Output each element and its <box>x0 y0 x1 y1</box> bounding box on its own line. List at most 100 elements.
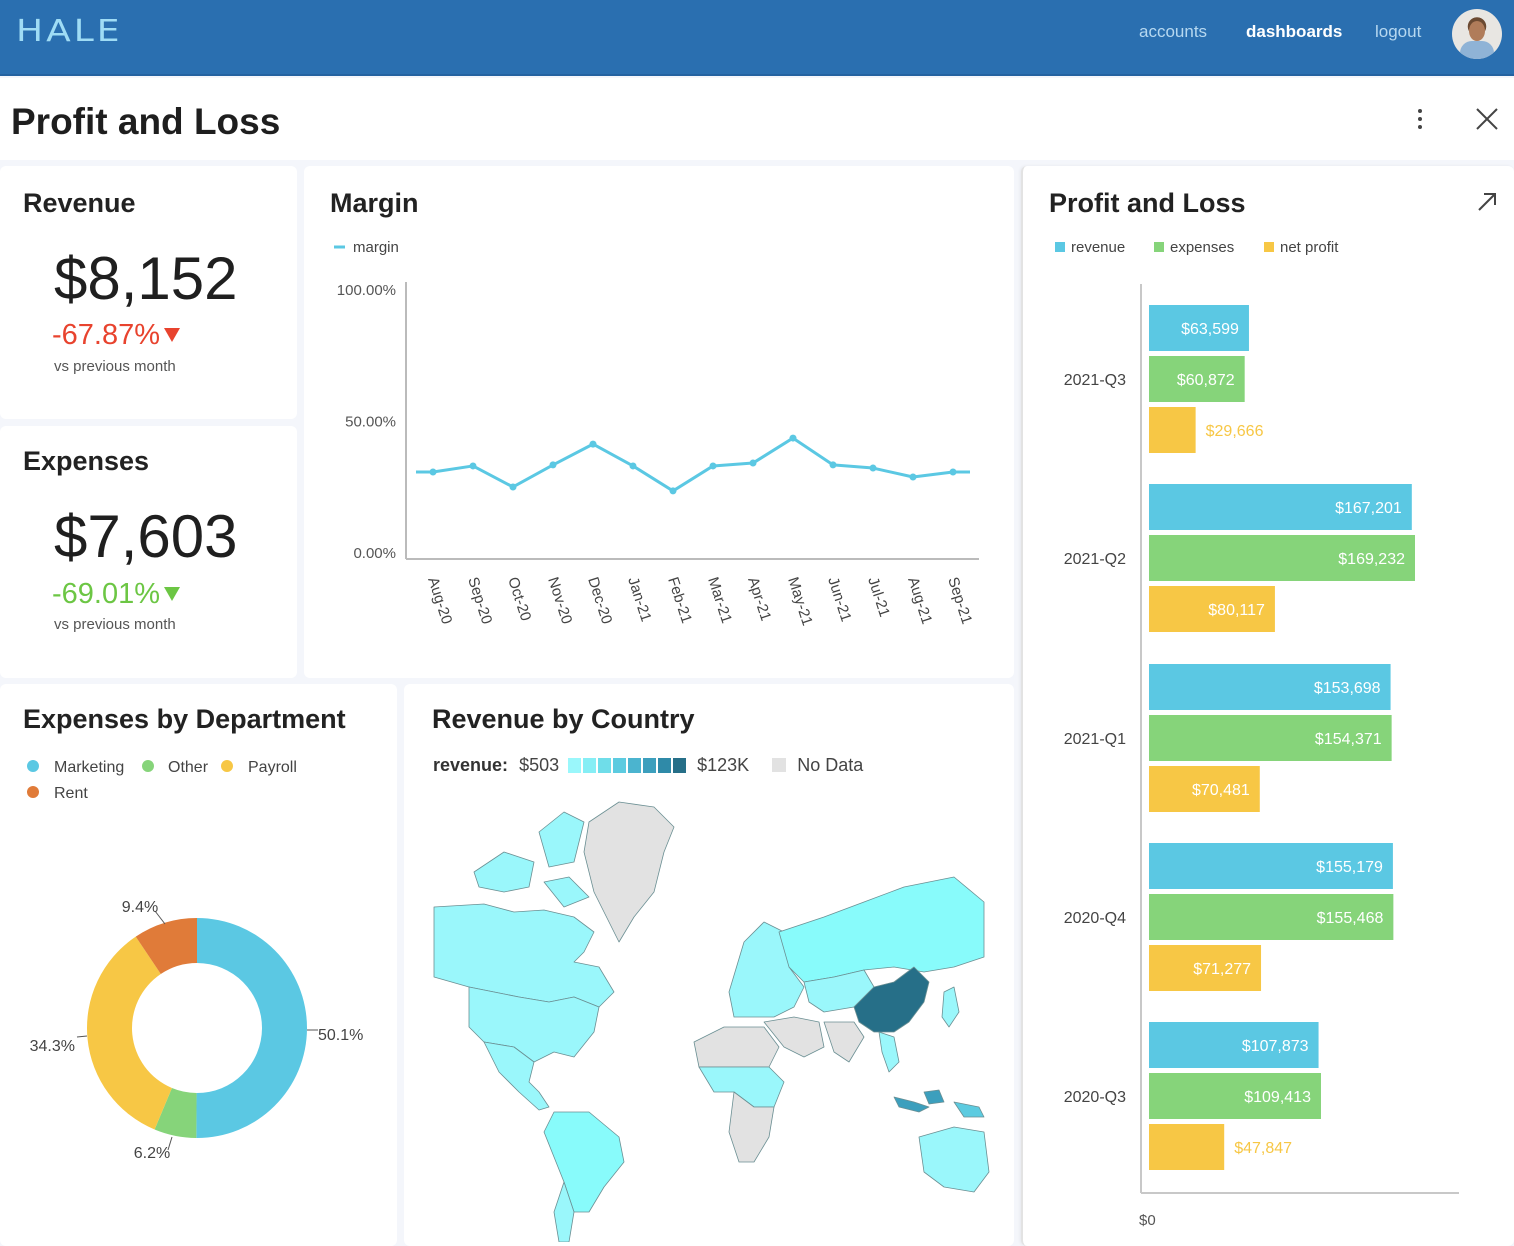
kpi-value: $7,603 <box>54 503 238 570</box>
x-tick-label: Sep-20 <box>464 575 495 626</box>
x-tick-label: Apr-21 <box>744 575 774 623</box>
margin-line-chart: margin 0.00% 50.00% 100.00% Aug-20 Sep-20 Oct-… <box>334 239 979 628</box>
data-point-margin <box>869 464 877 472</box>
y-tick-label: 0.00% <box>353 545 396 562</box>
user-avatar[interactable] <box>1452 9 1502 59</box>
y-tick-label: 100.00% <box>337 282 396 299</box>
data-point-margin <box>829 461 837 469</box>
x-tick-label: Jun-21 <box>824 575 854 624</box>
x-tick-label: Aug-20 <box>424 575 455 626</box>
legend-dot-rent <box>27 786 39 798</box>
legend-label-net-profit: net profit <box>1280 239 1339 256</box>
series-line-margin <box>416 436 970 493</box>
margin-chart-card[interactable]: Margin margin 0.00% 50.00% 100.00% Aug-20 Sep… <box>304 166 1014 678</box>
map-scale-swatch <box>568 758 582 773</box>
legend-label-expenses: expenses <box>1170 239 1234 256</box>
data-point-margin <box>709 462 717 470</box>
avatar-face-shape <box>1469 21 1485 41</box>
slice-label: 34.3% <box>30 1038 75 1055</box>
map-scale-swatch <box>673 758 687 773</box>
map-scale-swatch <box>598 758 612 773</box>
x-tick-label: $0 <box>1139 1212 1156 1229</box>
map-scale-swatch <box>583 758 597 773</box>
bar-value-label: $107,873 <box>1242 1038 1309 1055</box>
slice-label: 6.2% <box>134 1145 170 1162</box>
y-category-label: 2020-Q4 <box>1064 910 1126 927</box>
bar-value-label: $63,599 <box>1181 321 1239 338</box>
nav-dashboards[interactable]: dashboards <box>1246 22 1342 42</box>
revenue-kpi-card[interactable]: Revenue $8,152 -67.87% vs previous month <box>0 166 297 419</box>
avatar-shirt-shape <box>1460 41 1494 59</box>
data-point-margin <box>749 459 757 467</box>
data-point-margin <box>789 434 797 442</box>
map-legend-min: $503 <box>519 755 560 775</box>
map-legend: revenue: $503 $123K No Data <box>433 755 863 778</box>
nav-logout[interactable]: logout <box>1375 22 1421 42</box>
kebab-vertical-icon <box>1418 109 1422 113</box>
more-options-button[interactable] <box>1410 106 1430 136</box>
kpi-delta-value: -67.87% <box>52 319 161 351</box>
data-point-margin <box>949 468 957 476</box>
expenses-by-department-card[interactable]: Expenses by Department Marketing Other Pay… <box>0 684 397 1246</box>
nav-accounts[interactable]: accounts <box>1139 22 1207 42</box>
profit-loss-chart-card[interactable]: Profit and Loss revenue expenses net profi… <box>1021 166 1514 1246</box>
kebab-dot <box>1418 117 1422 121</box>
map-country-canada-arctic <box>473 811 590 908</box>
x-tick-label: May-21 <box>784 575 816 628</box>
map-country-japan <box>941 986 960 1028</box>
legend-swatch-net-profit <box>1264 242 1274 252</box>
x-tick-label: Sep-21 <box>944 575 975 626</box>
legend-label-payroll: Payroll <box>248 759 297 776</box>
legend-dot-payroll <box>221 760 233 772</box>
close-button[interactable] <box>1474 106 1500 132</box>
bar-value-label: $29,666 <box>1206 423 1264 440</box>
triangle-down-icon <box>164 587 181 601</box>
map-country-indonesia <box>893 1089 945 1113</box>
world-choropleth-map <box>433 801 990 1242</box>
expenses-donut-chart: Marketing Other Payroll Rent 50.1% 6.2% 34.3% 9… <box>27 759 363 1162</box>
expenses-kpi-card[interactable]: Expenses $7,603 -69.01% vs previous mont… <box>0 426 297 678</box>
card-title: Revenue by Country <box>432 704 695 734</box>
map-country-africa-north <box>693 1026 780 1068</box>
kpi-delta: -69.01% <box>52 578 181 611</box>
map-country-canada <box>433 903 615 1008</box>
legend-label-marketing: Marketing <box>54 759 124 776</box>
x-tick-label: Aug-21 <box>904 575 935 626</box>
profit-loss-bar-chart: revenue expenses net profit $0 2021-Q3 $63,59… <box>1055 239 1459 1229</box>
page-title: Profit and Loss <box>11 101 281 142</box>
bar-value-label: $155,468 <box>1317 910 1384 927</box>
bar-value-label: $169,232 <box>1338 551 1405 568</box>
slice-label-leader <box>76 1035 88 1038</box>
map-country-png <box>953 1101 985 1118</box>
data-point-margin <box>549 461 557 469</box>
app-logo[interactable]: HALE <box>16 14 123 49</box>
kpi-delta-value: -69.01% <box>52 578 161 610</box>
legend-label-other: Other <box>168 759 209 776</box>
card-title: Expenses <box>23 446 150 476</box>
map-legend-max: $123K <box>697 755 750 775</box>
kpi-delta: -67.87% <box>52 319 181 352</box>
bar-value-label: $154,371 <box>1315 731 1382 748</box>
slice-label: 50.1% <box>318 1027 363 1044</box>
x-tick-label: Feb-21 <box>664 575 695 625</box>
y-category-label: 2021-Q3 <box>1064 372 1126 389</box>
bar-value-label: $167,201 <box>1335 500 1402 517</box>
kpi-subtitle: vs previous month <box>54 616 176 633</box>
bar-value-label: $109,413 <box>1244 1089 1311 1106</box>
card-title: Revenue <box>23 188 136 218</box>
map-scale-swatch <box>643 758 657 773</box>
bar-net-profit <box>1149 1124 1225 1170</box>
bar-value-label: $80,117 <box>1208 602 1265 619</box>
x-tick-label: Jul-21 <box>864 575 893 619</box>
legend-label-margin: margin <box>353 239 399 256</box>
map-legend-label: revenue: <box>433 755 509 775</box>
revenue-by-country-card[interactable]: Revenue by Country revenue: $503 $123K N… <box>404 684 1014 1246</box>
map-legend-no-data: No Data <box>797 755 864 775</box>
data-point-margin <box>509 483 517 491</box>
top-nav-bar: HALE accounts dashboards logout <box>0 0 1514 76</box>
map-country-brazil <box>543 1111 625 1213</box>
data-point-margin <box>589 440 597 448</box>
bar-value-label: $71,277 <box>1193 961 1251 978</box>
map-color-scale <box>568 757 688 778</box>
map-scale-swatch <box>628 758 642 773</box>
